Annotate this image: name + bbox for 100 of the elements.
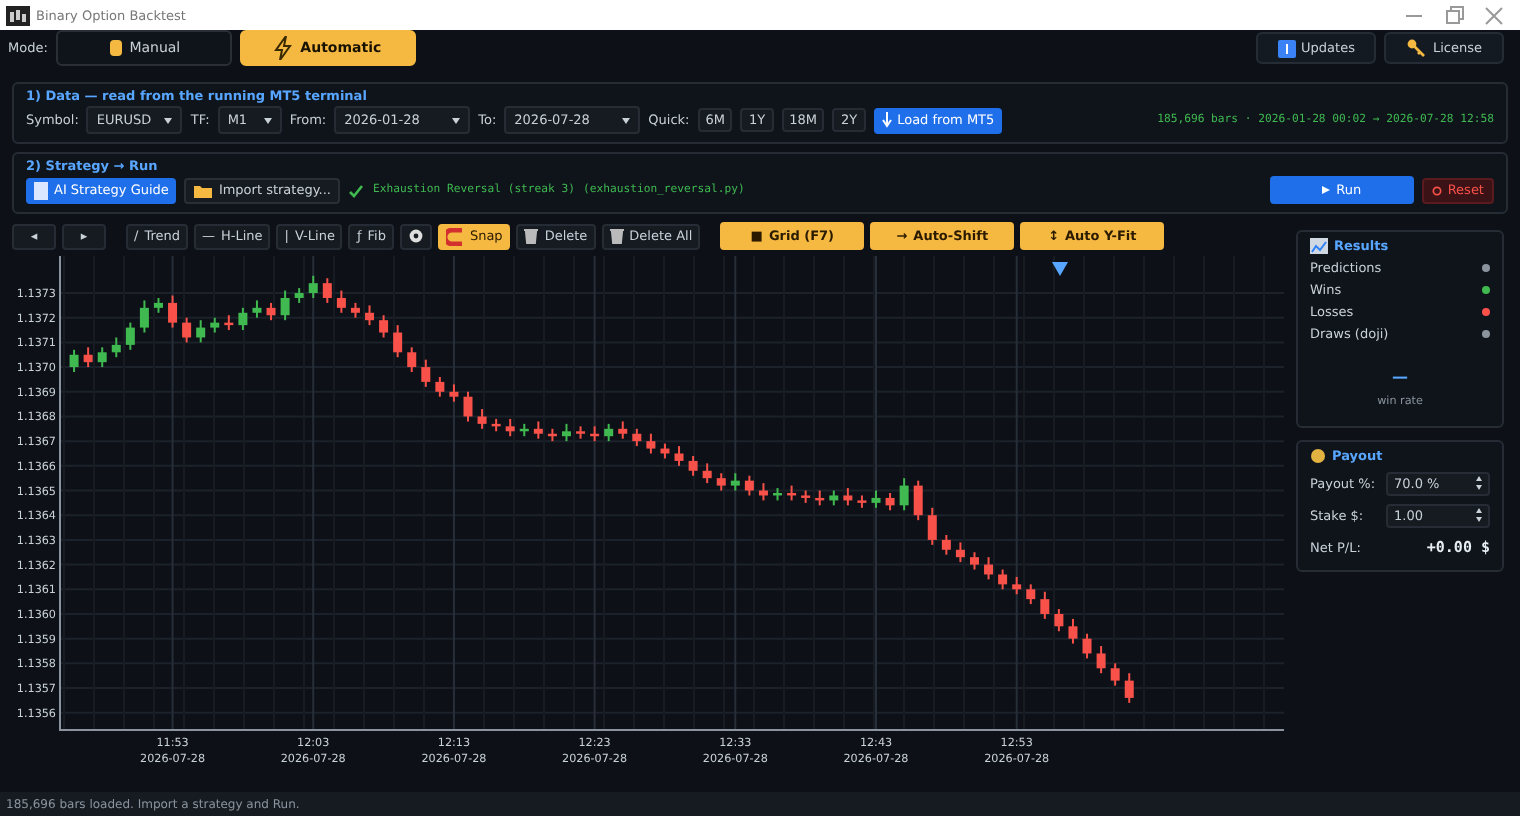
- candle: [899, 477, 909, 512]
- candle: [970, 551, 979, 571]
- candle: [252, 299, 262, 319]
- candle: [196, 319, 206, 344]
- document-icon: [34, 181, 48, 199]
- caret-icon: [164, 117, 173, 123]
- reset-icon: [1431, 185, 1442, 195]
- candle: [322, 277, 332, 304]
- candle: [463, 390, 473, 423]
- candle: [885, 492, 895, 512]
- candle: [69, 348, 79, 374]
- win-rate-value: —: [1392, 368, 1408, 386]
- candle: [1096, 645, 1106, 675]
- spin-arrows-icon: [1476, 476, 1482, 490]
- candle: [393, 324, 403, 359]
- candle: [111, 336, 121, 359]
- candle: [646, 432, 656, 455]
- candle: [421, 358, 431, 388]
- candle: [773, 487, 782, 502]
- candle: [984, 556, 994, 581]
- candle: [562, 422, 571, 443]
- candle: [266, 301, 276, 322]
- candle: [998, 568, 1008, 591]
- candle: [913, 479, 923, 522]
- candle: [280, 289, 290, 322]
- candle: [533, 420, 543, 440]
- candle: [308, 274, 318, 299]
- folder-icon: [194, 183, 213, 197]
- magnet-icon: [445, 227, 464, 245]
- candle: [815, 489, 825, 507]
- key-icon: [1406, 38, 1427, 58]
- info-icon: [1277, 39, 1296, 57]
- candle: [125, 321, 135, 351]
- candle: [238, 306, 248, 332]
- settings-button[interactable]: [399, 223, 432, 249]
- candle: [941, 533, 951, 556]
- candle: [1040, 590, 1050, 620]
- candle: [829, 489, 839, 507]
- candle: [379, 314, 389, 339]
- candle: [182, 316, 192, 344]
- candle: [365, 304, 374, 327]
- spin-arrows-icon: [1476, 508, 1482, 522]
- marker-icon: [1052, 262, 1068, 276]
- trash-icon: [609, 228, 624, 244]
- candle: [618, 420, 628, 440]
- candle: [336, 289, 346, 314]
- candle: [210, 316, 220, 334]
- candle: [674, 445, 684, 467]
- candle: [716, 472, 726, 492]
- candle: [1054, 608, 1064, 633]
- candle: [1110, 662, 1120, 687]
- candle: [547, 427, 557, 443]
- caret-icon: [452, 117, 461, 123]
- candle: [927, 506, 937, 546]
- candle: [154, 296, 163, 314]
- trash-icon: [524, 228, 539, 244]
- candle: [139, 299, 149, 334]
- candle: [632, 427, 642, 448]
- candle: [758, 482, 768, 502]
- download-icon: [881, 112, 892, 128]
- candle: [477, 408, 487, 430]
- candle: [1068, 617, 1078, 645]
- candle: [604, 422, 614, 443]
- candle: [350, 301, 360, 319]
- candle: [505, 417, 515, 438]
- check-icon: [348, 183, 365, 197]
- lightning-icon: [274, 36, 295, 60]
- candle: [660, 442, 670, 460]
- candle: [83, 346, 93, 369]
- candle: [435, 375, 445, 398]
- coin-icon: [1310, 448, 1326, 464]
- caret-icon: [263, 117, 272, 123]
- candle: [519, 422, 529, 438]
- candle: [688, 454, 698, 477]
- candle: [702, 462, 712, 485]
- candle: [801, 489, 811, 504]
- restore-icon[interactable]: [1444, 5, 1464, 25]
- candle: [1124, 672, 1134, 704]
- candle: [168, 294, 178, 329]
- candle: [224, 314, 234, 332]
- candle: [590, 425, 600, 443]
- settings-icon: [407, 228, 424, 244]
- candle: [730, 472, 740, 492]
- close-icon[interactable]: [1484, 5, 1504, 25]
- candle: [787, 484, 797, 502]
- candle: [744, 474, 754, 497]
- candle: [843, 487, 853, 507]
- candle: [449, 383, 459, 403]
- candle: [407, 346, 417, 374]
- candle: [97, 346, 107, 369]
- candle: [871, 489, 881, 509]
- candle: [955, 541, 965, 564]
- candle: [1082, 632, 1092, 660]
- candle: [491, 417, 501, 433]
- play-icon: [1322, 186, 1331, 194]
- caret-icon: [622, 117, 631, 123]
- candle: [1012, 575, 1022, 596]
- candle: [1026, 583, 1036, 606]
- candle: [857, 494, 867, 509]
- candle: [294, 287, 304, 304]
